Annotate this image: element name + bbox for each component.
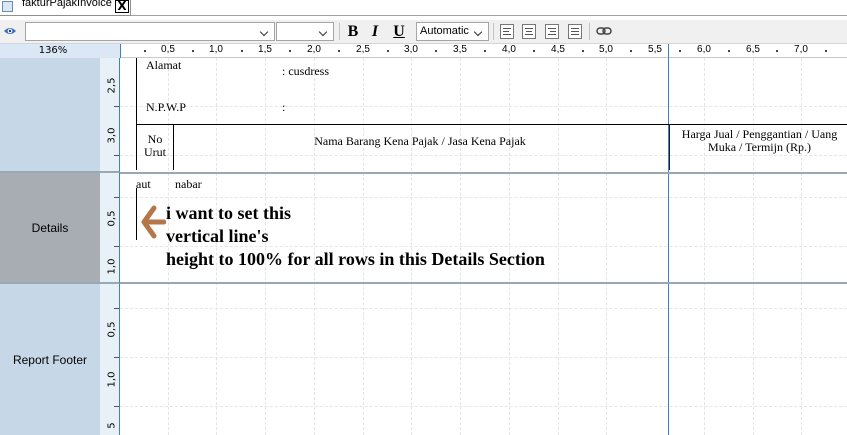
ruler-tick bbox=[484, 50, 486, 52]
text-color-select[interactable]: Automatic bbox=[416, 22, 489, 41]
grid-line bbox=[120, 155, 847, 156]
section-report-footer[interactable]: Report Footer bbox=[0, 284, 100, 435]
bold-button[interactable]: B bbox=[343, 22, 363, 41]
grid-line bbox=[120, 106, 847, 107]
zoom-level[interactable]: 136% bbox=[0, 44, 120, 58]
header-left-border-line[interactable] bbox=[136, 58, 137, 124]
detail-field-nabar[interactable]: nabar bbox=[175, 177, 202, 192]
band-separator bbox=[120, 282, 847, 284]
tab-faktur-pajak-invoice[interactable]: fakturPajakInvoice X bbox=[0, 0, 131, 16]
report-design-surface[interactable]: Alamat : cusdress N.P.W.P : No Urut Nama… bbox=[120, 58, 847, 435]
npwp-label[interactable]: N.P.W.P bbox=[146, 100, 186, 115]
ruler-label: 4,5 bbox=[551, 44, 565, 55]
ruler-tick bbox=[582, 50, 584, 52]
ruler-label: 5,0 bbox=[599, 44, 613, 55]
chevron-down-icon bbox=[472, 24, 486, 39]
grid-line bbox=[120, 406, 847, 407]
annotation-line-2: vertical line's bbox=[166, 226, 269, 246]
col-separator-line[interactable] bbox=[173, 124, 174, 170]
detail-field-aut[interactable]: aut bbox=[136, 177, 151, 192]
ruler-label: 3,5 bbox=[453, 44, 467, 55]
right-margin-marker[interactable] bbox=[668, 44, 669, 58]
ruler-label: 1,0 bbox=[106, 258, 118, 275]
ruler-label: 1,0 bbox=[209, 44, 223, 55]
ruler-tick bbox=[533, 50, 535, 52]
ruler-tick bbox=[630, 50, 632, 52]
ruler-tick bbox=[338, 50, 340, 52]
section-page-header[interactable] bbox=[0, 58, 100, 173]
toolbar-separator bbox=[339, 23, 340, 40]
ruler-label: 5,5 bbox=[648, 44, 662, 55]
ruler-tick bbox=[289, 50, 291, 52]
ruler-label: 1,5 bbox=[258, 44, 272, 55]
ruler-label: 4,0 bbox=[502, 44, 516, 55]
ruler-tick bbox=[144, 50, 146, 52]
chevron-down-icon bbox=[258, 24, 272, 39]
close-tab-icon[interactable]: X bbox=[115, 0, 129, 13]
ruler-tick bbox=[679, 50, 681, 52]
vertical-ruler-header[interactable]: 2,5 3,0 bbox=[100, 58, 120, 173]
ruler-label: 2,5 bbox=[356, 44, 370, 55]
ruler-label: 3,0 bbox=[404, 44, 418, 55]
col-header-nama-barang[interactable]: Nama Barang Kena Pajak / Jasa Kena Pajak bbox=[175, 135, 665, 148]
eye-icon[interactable] bbox=[3, 25, 17, 37]
ruler-label: 2,0 bbox=[307, 44, 321, 55]
ruler-label: 0,5 bbox=[161, 44, 175, 55]
right-margin-guide bbox=[668, 58, 669, 435]
grid-line bbox=[120, 246, 847, 247]
col-header-no-urut[interactable]: No Urut bbox=[137, 133, 173, 159]
align-justify-icon[interactable] bbox=[568, 24, 582, 39]
table-top-line[interactable] bbox=[136, 124, 847, 125]
ruler-tick bbox=[825, 50, 827, 52]
toolbar-separator bbox=[493, 23, 494, 40]
document-tab-strip: fakturPajakInvoice X bbox=[0, 0, 847, 16]
ruler-tick bbox=[192, 50, 194, 52]
grid-line bbox=[120, 197, 847, 198]
align-left-icon[interactable] bbox=[500, 24, 514, 39]
ruler-label: 0,5 bbox=[106, 321, 118, 338]
font-size-select[interactable] bbox=[276, 22, 334, 41]
col-separator-line[interactable] bbox=[669, 124, 670, 170]
font-name-select[interactable] bbox=[25, 22, 275, 41]
toolbar-separator bbox=[589, 23, 590, 40]
section-details[interactable]: Details bbox=[0, 173, 100, 284]
horizontal-ruler[interactable]: 0,5 1,0 1,5 2,0 2,5 3,0 3,5 4,0 4,5 5,0 … bbox=[120, 44, 847, 58]
grid-line bbox=[120, 308, 847, 309]
npwp-colon[interactable]: : bbox=[282, 100, 285, 115]
ruler-tick bbox=[387, 50, 389, 52]
vertical-ruler-footer[interactable]: 0,5 1,0 5 bbox=[100, 284, 120, 435]
formatting-toolbar: B I U Automatic bbox=[0, 20, 847, 44]
ruler-label: 1,0 bbox=[106, 371, 118, 388]
arrow-left-icon bbox=[141, 205, 166, 239]
ruler-tick bbox=[728, 50, 730, 52]
annotation-line-3: height to 100% for all rows in this Deta… bbox=[166, 249, 545, 269]
vertical-ruler-details[interactable]: 0,5 1,0 bbox=[100, 173, 120, 284]
col-header-harga-jual[interactable]: Harga Jual / Penggantian / Uang Muka / T… bbox=[672, 128, 847, 154]
ruler-label: 7,0 bbox=[794, 44, 808, 55]
link-icon[interactable] bbox=[596, 26, 612, 36]
report-document-icon bbox=[2, 1, 13, 12]
ruler-label: 6,0 bbox=[697, 44, 711, 55]
alamat-label[interactable]: Alamat bbox=[146, 58, 181, 73]
ruler-label: 6,5 bbox=[746, 44, 760, 55]
alamat-value-field[interactable]: : cusdress bbox=[282, 64, 329, 79]
underline-button[interactable]: U bbox=[389, 22, 409, 41]
ruler-label: 0,5 bbox=[106, 210, 118, 227]
tab-title: fakturPajakInvoice bbox=[22, 0, 112, 9]
ruler-label: 2,5 bbox=[106, 77, 118, 94]
detail-vertical-line[interactable] bbox=[136, 188, 137, 240]
italic-button[interactable]: I bbox=[365, 22, 385, 41]
ruler-tick bbox=[435, 50, 437, 52]
band-separator bbox=[120, 172, 847, 174]
align-right-icon[interactable] bbox=[545, 24, 559, 39]
ruler-tick bbox=[776, 50, 778, 52]
chevron-down-icon bbox=[317, 24, 331, 39]
grid-line bbox=[120, 357, 847, 358]
ruler-label: 3,0 bbox=[106, 127, 118, 144]
annotation-line-1: i want to set this bbox=[166, 203, 291, 223]
align-center-icon[interactable] bbox=[522, 24, 536, 39]
ruler-label: 5 bbox=[106, 422, 118, 429]
left-margin-marker[interactable] bbox=[120, 44, 121, 58]
ruler-tick bbox=[241, 50, 243, 52]
